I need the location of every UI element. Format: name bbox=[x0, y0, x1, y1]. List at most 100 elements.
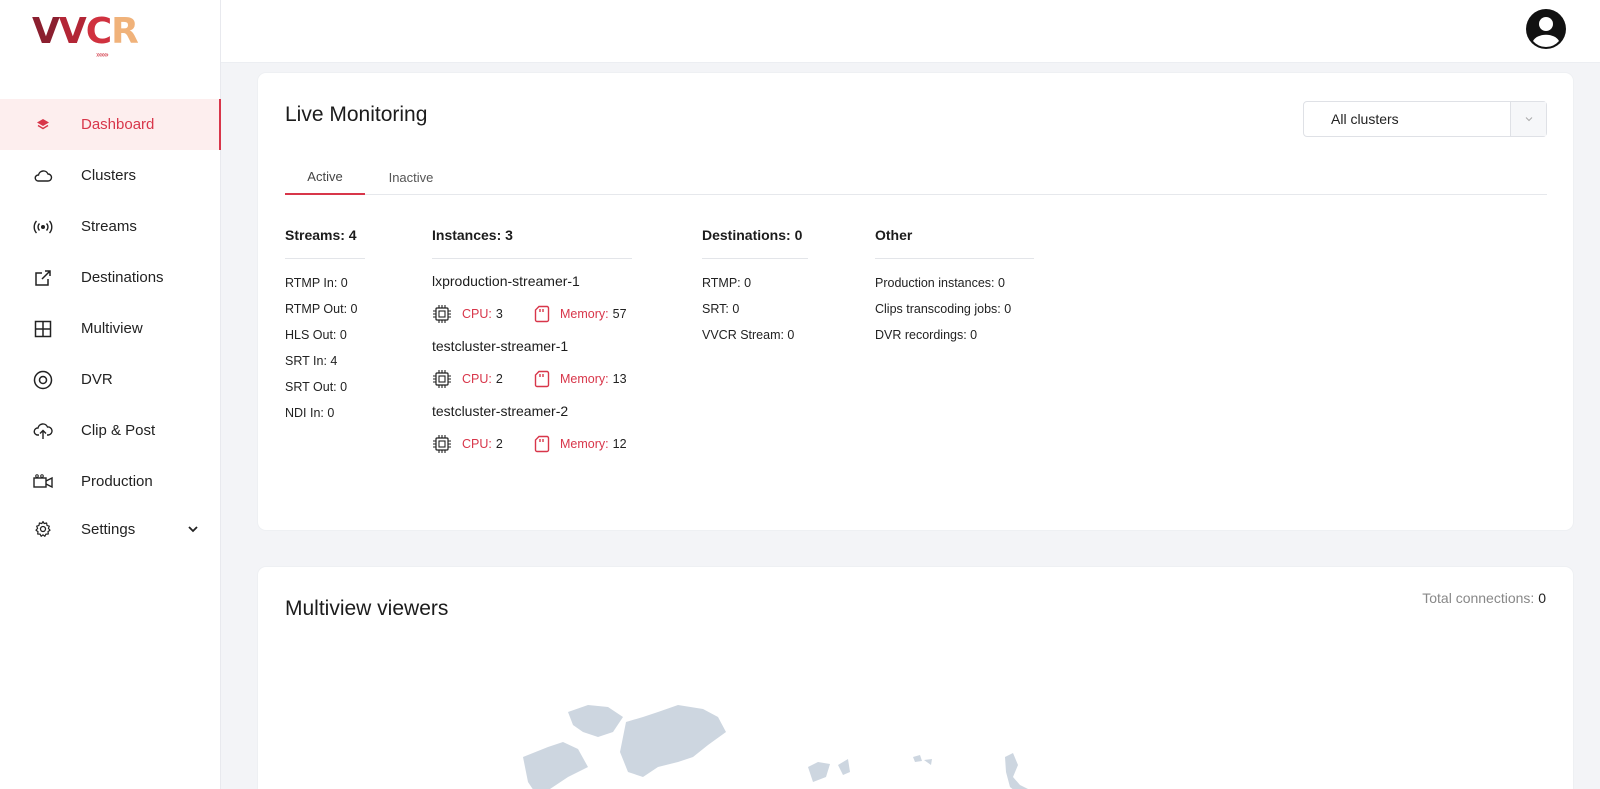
instances-heading: Instances: 3 bbox=[432, 227, 632, 259]
streams-heading: Streams: 4 bbox=[285, 227, 365, 259]
cpu-label: CPU: bbox=[462, 306, 492, 321]
sidebar-item-label: Clip & Post bbox=[81, 422, 156, 439]
section-title: Multiview viewers bbox=[285, 597, 449, 620]
memory-label: Memory: bbox=[560, 371, 609, 386]
cpu-value: 2 bbox=[495, 371, 503, 386]
other-list: Production instances: 0 Clips transcodin… bbox=[875, 270, 1034, 348]
top-bar bbox=[221, 0, 1600, 63]
sidebar-item-multiview[interactable]: Multiview bbox=[0, 303, 221, 354]
chevron-down-icon[interactable] bbox=[186, 522, 200, 536]
instance-list: lxproduction-streamer-1 CPU: 3 Memory: 57… bbox=[432, 270, 632, 465]
instance-item: lxproduction-streamer-1 CPU: 3 Memory: 57 bbox=[432, 270, 632, 335]
tab-inactive[interactable]: Inactive bbox=[371, 159, 451, 195]
list-item: SRT: 0 bbox=[702, 302, 740, 316]
page-title: Live Monitoring bbox=[285, 103, 428, 126]
cloud-icon bbox=[33, 166, 53, 186]
cpu-value: 3 bbox=[495, 306, 503, 321]
cpu-value: 2 bbox=[495, 436, 503, 451]
sidebar-item-label: Dashboard bbox=[81, 116, 155, 133]
memory-value: 57 bbox=[612, 306, 627, 321]
memory-label: Memory: bbox=[560, 436, 609, 451]
chevron-down-icon[interactable] bbox=[1510, 102, 1546, 136]
list-item: SRT In: 4 bbox=[285, 354, 338, 368]
external-link-icon bbox=[33, 268, 53, 288]
list-item: VVCR Stream: 0 bbox=[702, 328, 795, 342]
sidebar-nav: Dashboard Clusters Streams Destinations … bbox=[0, 99, 221, 551]
list-item: NDI In: 0 bbox=[285, 406, 335, 420]
cpu-chip-icon bbox=[432, 304, 452, 324]
memory-card-icon bbox=[532, 369, 552, 389]
memory-card-icon bbox=[532, 304, 552, 324]
other-heading: Other bbox=[875, 227, 1034, 259]
sidebar-item-label: Clusters bbox=[81, 167, 137, 184]
instances-column: Instances: 3 lxproduction-streamer-1 CPU… bbox=[432, 227, 632, 465]
sidebar-item-label: Multiview bbox=[81, 320, 143, 337]
tab-active[interactable]: Active bbox=[285, 159, 365, 195]
streams-list: RTMP In: 0 RTMP Out: 0 HLS Out: 0 SRT In… bbox=[285, 270, 365, 426]
sidebar-item-settings[interactable]: Settings bbox=[0, 507, 221, 551]
memory-readout: Memory: 12 bbox=[560, 437, 627, 451]
instance-metrics: CPU: 2 Memory: 13 bbox=[432, 357, 632, 400]
sidebar-item-production[interactable]: Production bbox=[0, 456, 221, 507]
sidebar-item-dvr[interactable]: DVR bbox=[0, 354, 221, 405]
other-column: Other Production instances: 0 Clips tran… bbox=[875, 227, 1034, 348]
streams-column: Streams: 4 RTMP In: 0 RTMP Out: 0 HLS Ou… bbox=[285, 227, 365, 426]
cluster-select[interactable]: All clusters bbox=[1303, 101, 1547, 137]
list-item: SRT Out: 0 bbox=[285, 380, 348, 394]
instance-metrics: CPU: 3 Memory: 57 bbox=[432, 292, 632, 335]
destinations-heading: Destinations: 0 bbox=[702, 227, 808, 259]
memory-value: 13 bbox=[612, 371, 627, 386]
sidebar-item-label: DVR bbox=[81, 371, 113, 388]
instance-name: testcluster-streamer-2 bbox=[432, 403, 569, 419]
sidebar: VVCR ››››››› Dashboard Clusters Streams bbox=[0, 0, 221, 789]
instance-name: testcluster-streamer-1 bbox=[432, 338, 569, 354]
cloud-upload-icon bbox=[33, 421, 53, 441]
disc-icon bbox=[33, 370, 53, 390]
memory-readout: Memory: 57 bbox=[560, 307, 627, 321]
cluster-select-value: All clusters bbox=[1331, 111, 1399, 127]
sidebar-item-label: Production bbox=[81, 473, 153, 490]
gear-icon bbox=[33, 519, 53, 539]
monitoring-tabs: Active Inactive bbox=[285, 159, 1547, 195]
sidebar-item-clusters[interactable]: Clusters bbox=[0, 150, 221, 201]
sidebar-item-label: Settings bbox=[81, 520, 136, 538]
instance-item: testcluster-streamer-2 CPU: 2 Memory: 12 bbox=[432, 400, 632, 465]
list-item: Clips transcoding jobs: 0 bbox=[875, 302, 1012, 316]
live-monitoring-card: Live Monitoring All clusters Active Inac… bbox=[258, 73, 1573, 530]
destinations-column: Destinations: 0 RTMP: 0 SRT: 0 VVCR Stre… bbox=[702, 227, 808, 348]
grid-icon bbox=[33, 319, 53, 339]
sidebar-item-clip-post[interactable]: Clip & Post bbox=[0, 405, 221, 456]
list-item: Production instances: 0 bbox=[875, 276, 1005, 290]
sidebar-item-streams[interactable]: Streams bbox=[0, 201, 221, 252]
sidebar-item-dashboard[interactable]: Dashboard bbox=[0, 99, 221, 150]
cpu-chip-icon bbox=[432, 434, 452, 454]
instance-item: testcluster-streamer-1 CPU: 2 Memory: 13 bbox=[432, 335, 632, 400]
destinations-list: RTMP: 0 SRT: 0 VVCR Stream: 0 bbox=[702, 270, 808, 348]
vvcr-logo[interactable]: VVCR ››››››› bbox=[32, 11, 139, 60]
memory-label: Memory: bbox=[560, 306, 609, 321]
list-item: RTMP Out: 0 bbox=[285, 302, 358, 316]
list-item: DVR recordings: 0 bbox=[875, 328, 978, 342]
memory-value: 12 bbox=[612, 436, 627, 451]
total-connections: Total connections: 0 bbox=[1422, 590, 1546, 606]
logo-arrows: ››››››› bbox=[96, 50, 109, 59]
logo-wordmark: VVCR bbox=[32, 11, 139, 52]
instance-metrics: CPU: 2 Memory: 12 bbox=[432, 422, 632, 465]
list-item: RTMP: 0 bbox=[702, 276, 752, 290]
cpu-chip-icon bbox=[432, 369, 452, 389]
memory-card-icon bbox=[532, 434, 552, 454]
instance-name: lxproduction-streamer-1 bbox=[432, 273, 580, 289]
video-camera-icon bbox=[33, 472, 53, 492]
total-connections-value: 0 bbox=[1538, 590, 1546, 606]
list-item: RTMP In: 0 bbox=[285, 276, 348, 290]
cpu-label: CPU: bbox=[462, 371, 492, 386]
memory-readout: Memory: 13 bbox=[560, 372, 627, 386]
list-item: HLS Out: 0 bbox=[285, 328, 347, 342]
world-map[interactable] bbox=[508, 687, 1108, 789]
user-avatar-icon[interactable] bbox=[1525, 8, 1567, 50]
sidebar-item-label: Streams bbox=[81, 218, 137, 235]
layers-icon bbox=[33, 115, 53, 135]
sidebar-item-label: Destinations bbox=[81, 269, 164, 286]
total-connections-label: Total connections: bbox=[1422, 590, 1535, 606]
sidebar-item-destinations[interactable]: Destinations bbox=[0, 252, 221, 303]
